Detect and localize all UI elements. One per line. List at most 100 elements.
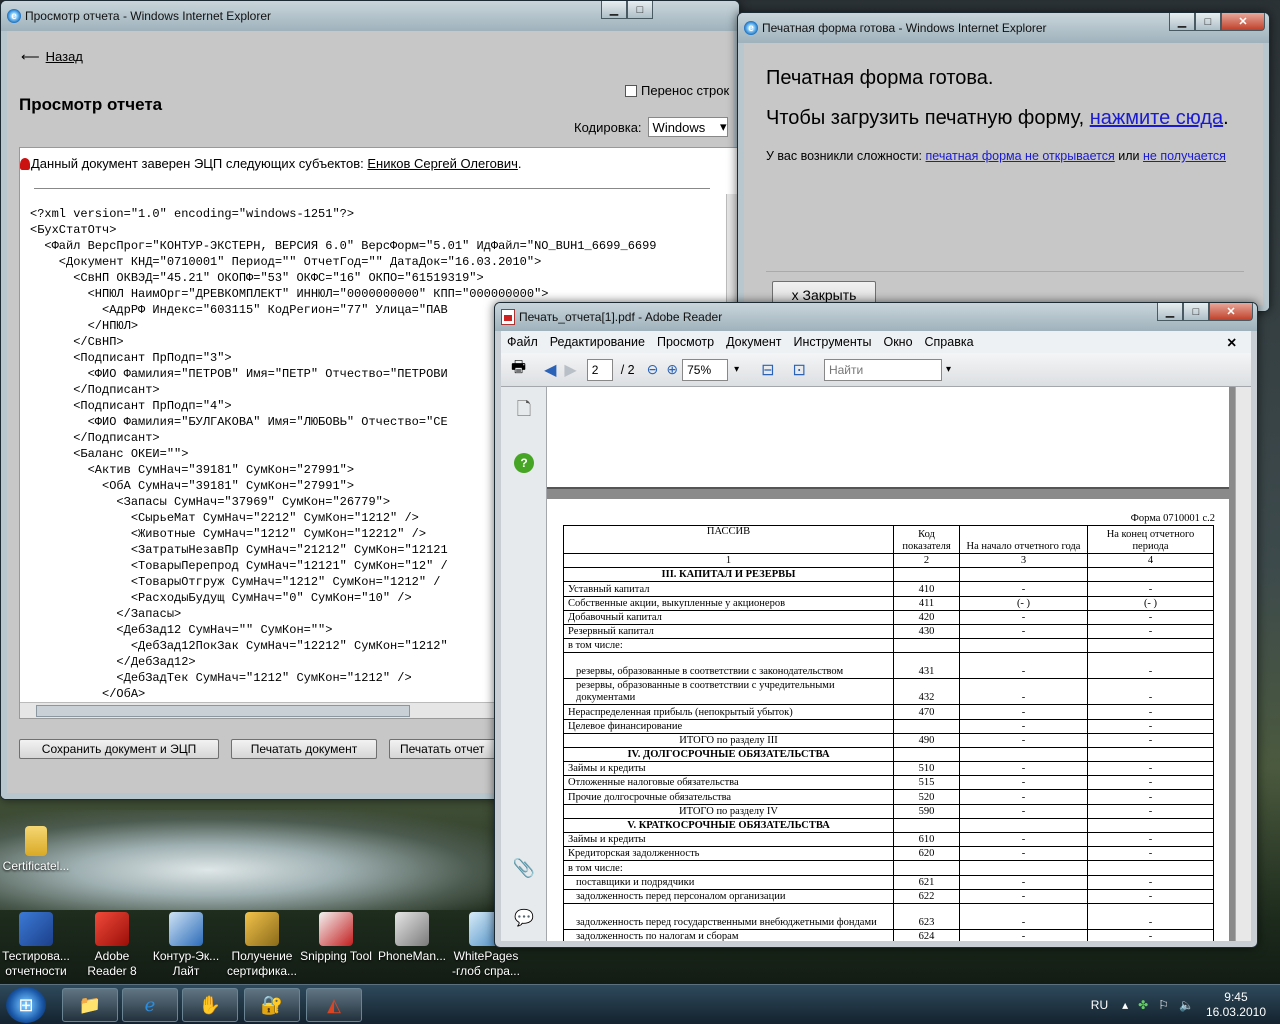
menu-view[interactable]: Просмотр [651,335,720,349]
explorer-taskbar-icon[interactable]: 📁 [62,988,118,1022]
menu-tools[interactable]: Инструменты [788,335,878,349]
pages-icon[interactable]: 🗋 [513,399,535,423]
attachment-icon[interactable]: 📎 [513,857,535,879]
cert-taskbar-icon[interactable]: 🔐 [244,988,300,1022]
cell-code: 420 [893,609,960,625]
trouble-prefix: У вас возникли сложности: [766,149,923,163]
ie-taskbar-icon[interactable]: ℯ [122,988,178,1022]
find-input[interactable]: Найти [823,358,942,381]
cell-start: - [959,704,1088,720]
desktop-icon-cert[interactable]: Получение сертифика... [226,912,298,979]
adobe-taskbar-icon[interactable]: ◭ [306,988,362,1022]
save-document-button[interactable]: Сохранить документ и ЭЦП [19,739,219,759]
fit-width-icon[interactable]: ⊡ [793,360,806,380]
cell-code [893,817,960,834]
checkbox-box[interactable] [625,84,637,97]
title-bar[interactable]: e Печатная форма готова - Windows Intern… [738,13,1269,43]
desktop-icon-adobe[interactable]: Adobe Reader 8 [76,912,148,979]
close-button[interactable]: ✕ [1209,303,1253,321]
desktop-icon-label: Certificatel... [2,859,70,873]
kontur-taskbar-icon[interactable]: ✋ [182,988,238,1022]
back-label[interactable]: Назад [46,49,83,64]
signer-link[interactable]: Еников Сергей Олегович [367,156,518,171]
cell-code: 620 [893,846,960,862]
back-link[interactable]: ⟵ Назад [21,49,83,65]
desktop-icon-phoneman[interactable]: PhoneMan... [376,912,448,964]
not-opening-link[interactable]: печатная форма не открывается [926,149,1115,163]
wrap-lines-checkbox[interactable]: Перенос строк [625,83,729,98]
cell-start: - [959,718,1088,734]
cell-start: - [959,831,1088,848]
zoom-out-icon[interactable]: ⊖ [647,361,659,378]
window-title: Просмотр отчета - Windows Internet Explo… [25,9,271,23]
download-link[interactable]: нажмите сюда [1090,107,1223,129]
page-total: / 2 [620,362,635,377]
scissors-icon [319,912,353,946]
fit-page-icon[interactable]: ⊟ [761,360,774,380]
menu-window[interactable]: Окно [877,335,918,349]
language-indicator[interactable]: RU [1091,998,1108,1012]
next-page-icon[interactable]: ▶ [564,360,576,380]
comments-icon[interactable]: 💬 [513,907,535,929]
vertical-scrollbar[interactable] [1235,387,1251,941]
not-working-link[interactable]: не получается [1143,149,1226,163]
start-button[interactable]: ⊞ [6,987,46,1023]
cell-name: Резервный капитал [563,623,894,640]
menu-document[interactable]: Документ [720,335,787,349]
prev-page-icon[interactable]: ◀ [544,360,556,380]
cell-name: Займы и кредиты [563,831,894,848]
scroll-thumb[interactable] [36,705,410,717]
cell-start: - [959,888,1088,904]
title-bar[interactable]: Печать_отчета[1].pdf - Adobe Reader ▁ □ … [495,303,1257,331]
minimize-button[interactable]: ▁ [601,1,627,19]
table-row: Прочие долгосрочные обязательства 520- - [563,789,1214,805]
action-center-icon[interactable]: ⚐ [1158,998,1169,1012]
chevron-down-icon[interactable]: ▾ [946,364,951,375]
desktop-icon-snipping[interactable]: Snipping Tool [300,912,372,964]
close-document-icon[interactable]: ✕ [1221,335,1243,350]
close-button[interactable]: ✕ [1221,13,1265,31]
network-icon[interactable]: ✤ [1138,998,1148,1012]
cell-end: - [1087,704,1214,720]
table-row: Резервный капитал 430- - [563,623,1214,640]
zoom-in-icon[interactable]: ⊕ [666,361,678,378]
cell-start: - [959,803,1088,819]
divider [34,188,710,189]
cell-name: ИТОГО по разделу IV [563,803,894,819]
minimize-button[interactable]: ▁ [1169,13,1195,31]
desktop-icon-label: Adobe Reader 8 [87,949,137,978]
print-document-button[interactable]: Печатать документ [231,739,377,759]
help-icon[interactable]: ? [514,453,534,473]
desktop-icon-certificate[interactable]: Certificatel... [0,826,72,874]
minimize-button[interactable]: ▁ [1157,303,1183,321]
cell-code: 520 [893,789,960,805]
chevron-down-icon[interactable]: ▾ [734,364,739,375]
cell-name: в том числе: [563,638,894,654]
desktop-icon-kontur[interactable]: Контур-Эк... Лайт [150,912,222,979]
cell-name: Прочие долгосрочные обязательства [563,789,894,805]
desktop-icon-testing[interactable]: Тестирова... отчетности [0,912,72,979]
navigation-sidebar: 🗋 ? 📎 💬 [501,387,547,941]
page-number-input[interactable]: 2 [586,358,613,381]
maximize-button[interactable]: □ [1183,303,1209,321]
menu-edit[interactable]: Редактирование [544,335,651,349]
show-hidden-icon[interactable]: ▴ [1122,998,1128,1012]
maximize-button[interactable]: □ [1195,13,1221,31]
encoding-select[interactable]: Windows ▾ [647,117,728,137]
menu-help[interactable]: Справка [919,335,980,349]
zoom-input[interactable]: 75% [682,358,729,381]
volume-icon[interactable]: 🔈 [1179,998,1194,1012]
print-report-button[interactable]: Печатать отчет [389,739,509,759]
cell-code [893,718,960,734]
clock[interactable]: 9:45 16.03.2010 [1206,990,1266,1020]
table-number-row: 1 2 3 4 [563,552,1214,569]
print-icon[interactable]: 🖶 [511,356,526,383]
folder-icon [25,826,47,856]
desktop-icon-label: Получение сертифика... [226,949,298,978]
print-ready-heading: Печатная форма готова. [766,67,994,89]
title-bar[interactable]: e Просмотр отчета - Windows Internet Exp… [1,1,739,31]
table-row: ИТОГО по разделу III 490- - [563,732,1214,748]
menu-file[interactable]: Файл [501,335,544,349]
cell-end: - [1087,609,1214,625]
maximize-button[interactable]: □ [627,1,653,19]
